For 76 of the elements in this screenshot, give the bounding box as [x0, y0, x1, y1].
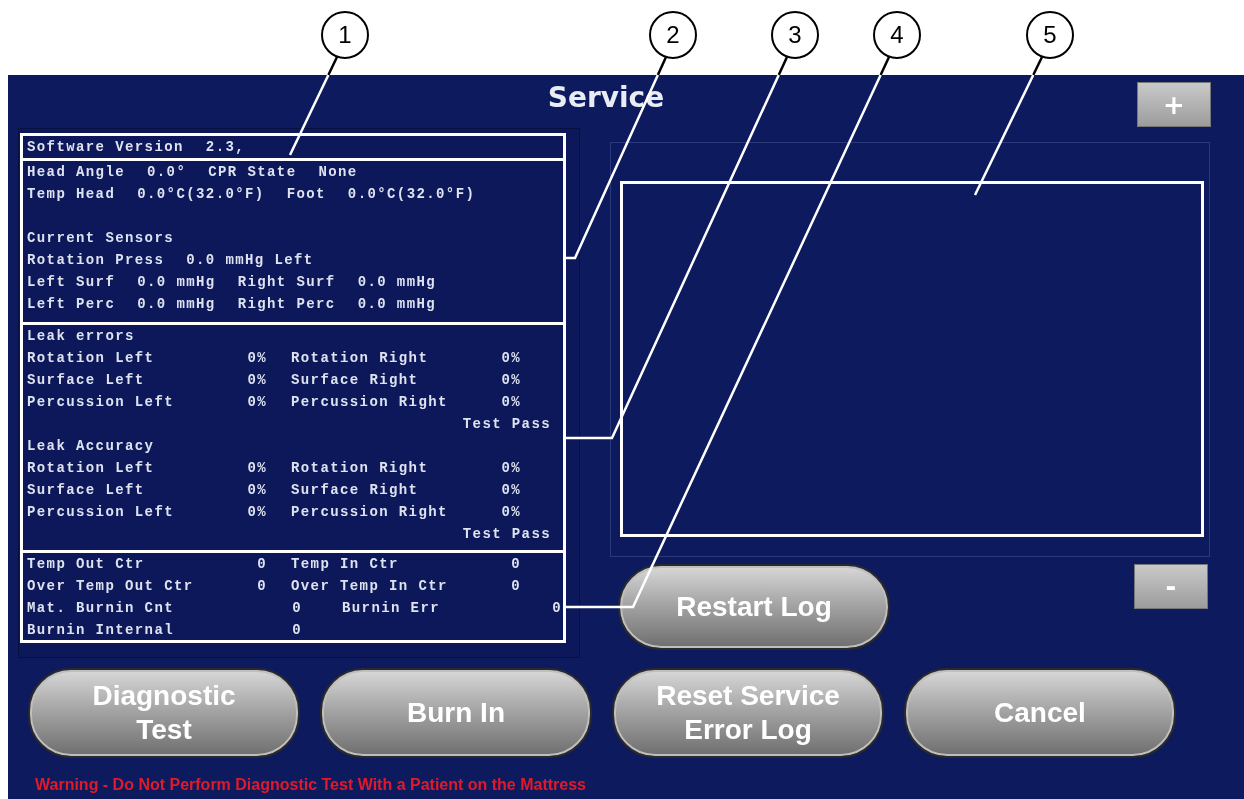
field-value: 0.0 mmHg — [137, 296, 216, 312]
field-label: Right Surf — [237, 274, 336, 290]
callout-marker: 5 — [1026, 11, 1074, 59]
test-result: Test Pass — [462, 526, 551, 542]
field-value: 0% — [246, 372, 267, 388]
field-value: 0 — [291, 622, 302, 638]
field-value: 0 — [256, 556, 267, 572]
callout-marker: 1 — [321, 11, 369, 59]
field-value: 2.3, — [205, 139, 246, 155]
field-label: Left Perc — [27, 296, 116, 312]
field-label: Surface Left — [27, 372, 146, 388]
field-label: Burnin Err — [342, 600, 441, 616]
field-value: 0% — [246, 504, 267, 520]
field-label: CPR State — [208, 164, 297, 180]
zoom-out-button[interactable]: - — [1134, 564, 1208, 609]
field-value: 0 — [256, 578, 267, 594]
field-label: Rotation Right — [291, 460, 430, 476]
field-label: Rotation Press — [27, 252, 165, 268]
group-heading: Leak Accuracy — [27, 438, 155, 454]
field-value: 0% — [500, 350, 521, 366]
field-label: Temp In Ctr — [291, 556, 400, 572]
field-value: 0% — [246, 482, 267, 498]
zoom-in-button[interactable]: + — [1137, 82, 1211, 127]
callout-marker: 2 — [649, 11, 697, 59]
field-value: 0% — [500, 372, 521, 388]
field-label: Mat. Burnin Cnt — [27, 600, 176, 616]
field-label: Surface Right — [291, 372, 420, 388]
field-label: Over Temp Out Ctr — [27, 578, 195, 594]
field-value: 0% — [500, 482, 521, 498]
field-label: Percussion Left — [27, 394, 176, 410]
field-label: Foot — [286, 186, 326, 202]
field-value: 0.0 mmHg — [137, 274, 216, 290]
field-label: Temp Out Ctr — [27, 556, 146, 572]
field-value: 0 — [291, 600, 302, 616]
field-label: Percussion Right — [291, 394, 449, 410]
action-button[interactable]: Reset Service Error Log — [612, 668, 884, 758]
field-value: 0 — [551, 600, 562, 616]
field-value: 0% — [246, 394, 267, 410]
field-value: 0.0°C(32.0°F) — [347, 186, 476, 202]
field-label: Surface Left — [27, 482, 146, 498]
field-label: Rotation Left — [27, 350, 156, 366]
field-label: Temp Head — [27, 186, 116, 202]
action-button[interactable]: Burn In — [320, 668, 592, 758]
field-label: Percussion Right — [291, 504, 449, 520]
group-heading: Leak errors — [27, 328, 135, 344]
field-label: Over Temp In Ctr — [291, 578, 449, 594]
action-button[interactable]: Diagnostic Test — [28, 668, 300, 758]
field-value: 0% — [500, 460, 521, 476]
field-label: Rotation Left — [27, 460, 156, 476]
test-result: Test Pass — [462, 416, 551, 432]
field-label: Right Perc — [237, 296, 336, 312]
restart-log-button[interactable]: Restart Log — [618, 564, 890, 650]
field-value: 0 — [510, 556, 521, 572]
callout-marker: 3 — [771, 11, 819, 59]
field-label: Left Surf — [27, 274, 116, 290]
field-value: 0.0 mmHg Left — [186, 252, 314, 268]
callout-marker: 4 — [873, 11, 921, 59]
field-label: Surface Right — [291, 482, 420, 498]
field-value: 0.0 mmHg — [357, 296, 437, 312]
field-value: 0% — [246, 460, 267, 476]
field-value: 0 — [510, 578, 521, 594]
field-value: 0% — [246, 350, 267, 366]
field-value: 0.0°C(32.0°F) — [137, 186, 265, 202]
field-value: 0.0° — [147, 164, 187, 180]
field-value: 0% — [500, 504, 521, 520]
field-value: 0% — [500, 394, 521, 410]
field-label: Burnin Internal — [27, 622, 176, 638]
group-heading: Current Sensors — [27, 230, 175, 246]
field-label: Head Angle — [27, 164, 125, 180]
warning-text: Warning - Do Not Perform Diagnostic Test With a Patient on the Mattress — [35, 776, 587, 794]
field-value: 0.0 mmHg — [357, 274, 437, 290]
field-label: Software Version — [27, 139, 184, 155]
action-button[interactable]: Cancel — [904, 668, 1176, 758]
field-label: Rotation Right — [291, 350, 430, 366]
field-label: Percussion Left — [27, 504, 176, 520]
field-value: None — [318, 164, 358, 180]
